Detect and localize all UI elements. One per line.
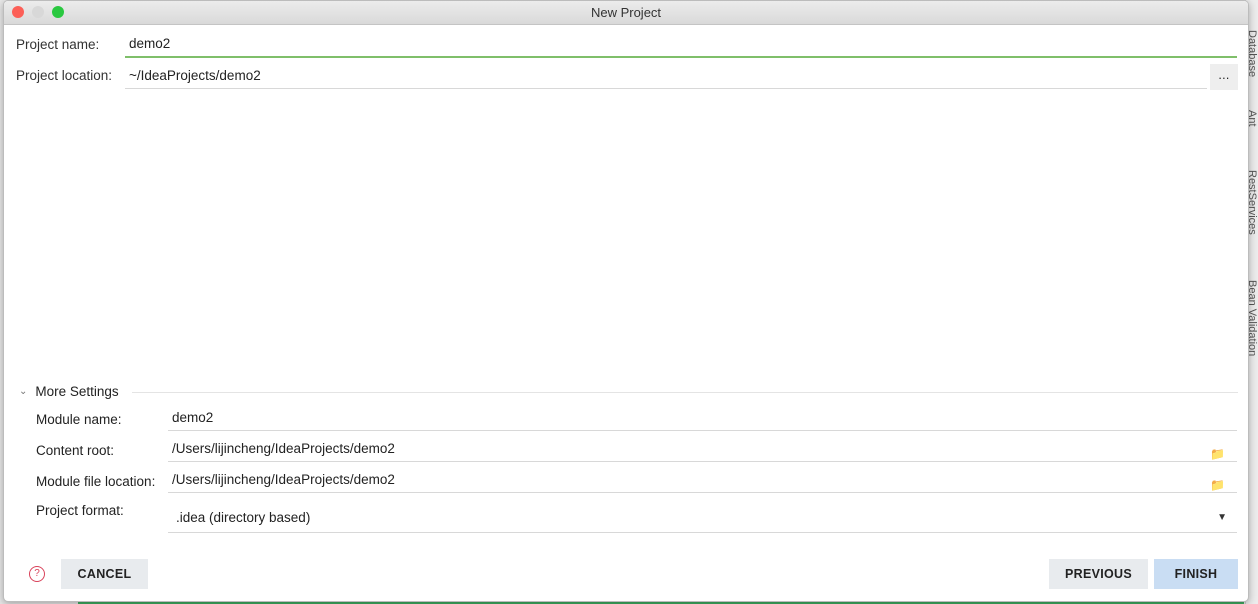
folder-icon[interactable]: 📁 — [1210, 473, 1225, 497]
project-format-label: Project format: — [36, 503, 124, 518]
minimize-button[interactable] — [32, 6, 44, 18]
module-name-input[interactable]: demo2 — [168, 406, 1237, 431]
more-settings-toggle[interactable]: ⌄ More Settings — [19, 384, 119, 399]
help-icon[interactable]: ? — [29, 566, 45, 582]
project-format-value: .idea (directory based) — [176, 510, 311, 525]
title-bar: New Project — [4, 1, 1248, 25]
chevron-down-icon: ⌄ — [19, 386, 28, 397]
module-file-location-label: Module file location: — [36, 474, 156, 489]
module-file-location-value: /Users/lijincheng/IdeaProjects/demo2 — [172, 472, 395, 487]
cancel-button[interactable]: CANCEL — [61, 559, 148, 589]
project-name-label: Project name: — [16, 37, 100, 52]
project-location-input[interactable]: ~/IdeaProjects/demo2 — [125, 64, 1207, 89]
folder-icon[interactable]: 📁 — [1210, 442, 1225, 466]
close-button[interactable] — [12, 6, 24, 18]
module-file-location-input[interactable]: /Users/lijincheng/IdeaProjects/demo2 📁 — [168, 468, 1237, 493]
divider — [132, 392, 1238, 393]
project-name-input[interactable]: demo2 — [125, 32, 1237, 58]
new-project-dialog: New Project Project name: demo2 Project … — [3, 0, 1249, 602]
content-root-value: /Users/lijincheng/IdeaProjects/demo2 — [172, 441, 395, 456]
window-title: New Project — [590, 5, 662, 20]
more-settings-title: More Settings — [35, 384, 119, 399]
previous-button[interactable]: PREVIOUS — [1049, 559, 1148, 589]
module-name-label: Module name: — [36, 412, 122, 427]
finish-button[interactable]: FINISH — [1154, 559, 1238, 589]
project-format-select[interactable]: .idea (directory based) ▼ — [168, 504, 1237, 533]
project-location-label: Project location: — [16, 68, 113, 83]
browse-button[interactable]: ... — [1210, 64, 1238, 90]
dropdown-arrow-icon: ▼ — [1217, 512, 1227, 523]
zoom-button[interactable] — [52, 6, 64, 18]
content-root-label: Content root: — [36, 443, 115, 458]
content-root-input[interactable]: /Users/lijincheng/IdeaProjects/demo2 📁 — [168, 437, 1237, 462]
